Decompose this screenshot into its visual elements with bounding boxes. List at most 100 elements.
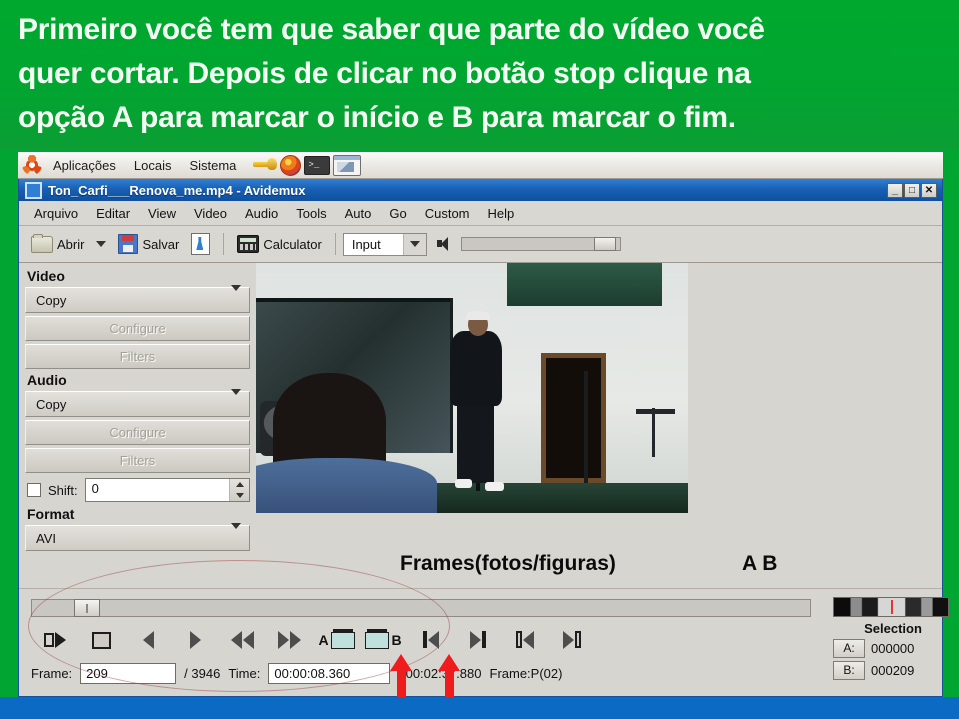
menu-tools[interactable]: Tools: [287, 204, 335, 223]
triangle-left-icon: [143, 631, 154, 649]
audio-codec-value: Copy: [36, 396, 67, 412]
selection-thumbnail-strip[interactable]: [833, 597, 949, 617]
rewind-button[interactable]: [219, 625, 266, 655]
preview-singer-legs: [457, 400, 495, 483]
menu-go[interactable]: Go: [380, 204, 415, 223]
firefox-icon[interactable]: [280, 154, 302, 176]
timeline-slider[interactable]: [31, 599, 811, 617]
format-select[interactable]: AVI: [25, 523, 250, 551]
encoding-sidebar: Video Copy Configure Filters Audio Copy …: [19, 263, 256, 588]
timeline-slider-handle[interactable]: [74, 599, 100, 617]
volume-slider[interactable]: [460, 237, 621, 251]
chevron-down-icon: [96, 241, 107, 247]
volume-slider-handle[interactable]: [593, 237, 616, 251]
next-frame-button[interactable]: [172, 625, 219, 655]
video-preview[interactable]: [256, 263, 688, 513]
instruction-banner: Primeiro você tem que saber que parte do…: [0, 0, 959, 150]
chevron-down-icon: [231, 389, 249, 413]
skip-end-icon: [469, 631, 486, 649]
format-section-title: Format: [27, 506, 75, 522]
desktop-strip: [0, 697, 959, 719]
panel-menu-locais[interactable]: Locais: [125, 156, 181, 175]
frame-label: Frame:: [31, 665, 73, 681]
input-select[interactable]: Input: [342, 232, 427, 256]
selection-b-button[interactable]: B:: [833, 661, 865, 680]
key-tool-icon[interactable]: [253, 155, 278, 175]
close-button[interactable]: ✕: [921, 182, 937, 198]
mark-a-button[interactable]: A: [313, 625, 360, 655]
preview-singer-shoe-right: [484, 481, 504, 491]
audio-shift-checkbox[interactable]: [27, 483, 41, 497]
preview-singer-shoe-left: [454, 479, 472, 488]
menu-video[interactable]: Video: [185, 204, 236, 223]
selection-title: Selection: [864, 621, 922, 636]
input-select-value: Input: [351, 236, 381, 252]
menu-editar[interactable]: Editar: [87, 204, 139, 223]
previous-frame-button[interactable]: [125, 625, 172, 655]
frame-type: Frame:P(02): [489, 665, 563, 681]
ubuntu-logo-icon[interactable]: [22, 155, 42, 175]
maximize-button[interactable]: □: [904, 182, 920, 198]
preview-mic-stand-2: [584, 370, 589, 483]
play-button[interactable]: [31, 625, 78, 655]
preview-awning: [506, 263, 663, 306]
terminal-icon[interactable]: >_: [304, 155, 331, 175]
audio-filters-button: Filters: [25, 448, 250, 473]
audio-codec-select[interactable]: Copy: [25, 389, 250, 417]
stop-button[interactable]: [78, 625, 125, 655]
menu-view[interactable]: View: [139, 204, 185, 223]
audio-section-title: Audio: [27, 372, 67, 388]
menu-audio[interactable]: Audio: [236, 204, 287, 223]
forward-button[interactable]: [266, 625, 313, 655]
menu-arquivo[interactable]: Arquivo: [25, 204, 87, 223]
menu-auto[interactable]: Auto: [336, 204, 381, 223]
save-button-label: Salvar: [142, 236, 180, 252]
preview-singer-body: [450, 330, 503, 406]
mark-b-button[interactable]: B: [360, 625, 407, 655]
save-button[interactable]: Salvar: [112, 231, 185, 257]
menu-custom[interactable]: Custom: [416, 204, 479, 223]
chevron-down-icon: [409, 241, 420, 247]
audio-shift-row: Shift: 0: [27, 478, 250, 502]
audio-shift-stepper[interactable]: 0: [84, 478, 250, 502]
video-codec-select[interactable]: Copy: [25, 285, 250, 313]
selection-a-button[interactable]: A:: [833, 639, 865, 658]
panel-launchers: >_: [253, 154, 362, 176]
configure-button[interactable]: [185, 230, 216, 258]
preview-doorway: [541, 353, 606, 483]
frame-total: / 3946: [184, 665, 221, 681]
calculator-button[interactable]: Calculator: [231, 232, 328, 256]
panel-menu-aplicacoes[interactable]: Aplicações: [44, 156, 125, 175]
chevron-down-icon[interactable]: [235, 493, 244, 498]
folder-icon: [31, 233, 53, 253]
annotation-frames-label: Frames(fotos/figuras): [400, 552, 616, 575]
window-titlebar[interactable]: Ton_Carfi___Renova_me.mp4 - Avidemux _ □…: [19, 179, 942, 201]
selection-row-a: A: 000000: [833, 639, 953, 658]
input-select-arrow[interactable]: [402, 233, 426, 255]
open-dropdown-button[interactable]: [90, 238, 112, 250]
calculator-icon: [237, 235, 260, 253]
chevron-up-icon[interactable]: [235, 482, 244, 487]
video-configure-button: Configure: [25, 316, 250, 341]
minimize-button[interactable]: _: [887, 182, 903, 198]
open-button[interactable]: Abrir: [25, 233, 90, 256]
video-codec-value: Copy: [36, 292, 67, 308]
audio-configure-button: Configure: [25, 420, 250, 445]
go-start-button[interactable]: [407, 625, 454, 655]
time-input[interactable]: 00:00:08.360: [268, 662, 391, 684]
skip-start-icon: [422, 631, 439, 649]
speaker-icon[interactable]: [436, 236, 455, 252]
go-end-button[interactable]: [454, 625, 501, 655]
menu-help[interactable]: Help: [479, 204, 524, 223]
document-wrench-icon: [191, 233, 211, 255]
main-toolbar: Abrir Salvar Calculator Input: [19, 226, 942, 263]
frame-input[interactable]: 209: [80, 662, 177, 684]
time-label: Time:: [228, 665, 261, 681]
next-keyframe-button[interactable]: [548, 625, 595, 655]
prev-keyframe-button[interactable]: [501, 625, 548, 655]
screenshot-icon[interactable]: [333, 154, 362, 176]
panel-menu-sistema[interactable]: Sistema: [180, 156, 245, 175]
stepper-arrows[interactable]: [229, 479, 249, 501]
selection-marker: [891, 600, 893, 614]
instruction-line-1: Primeiro você tem que saber que parte do…: [18, 13, 765, 46]
